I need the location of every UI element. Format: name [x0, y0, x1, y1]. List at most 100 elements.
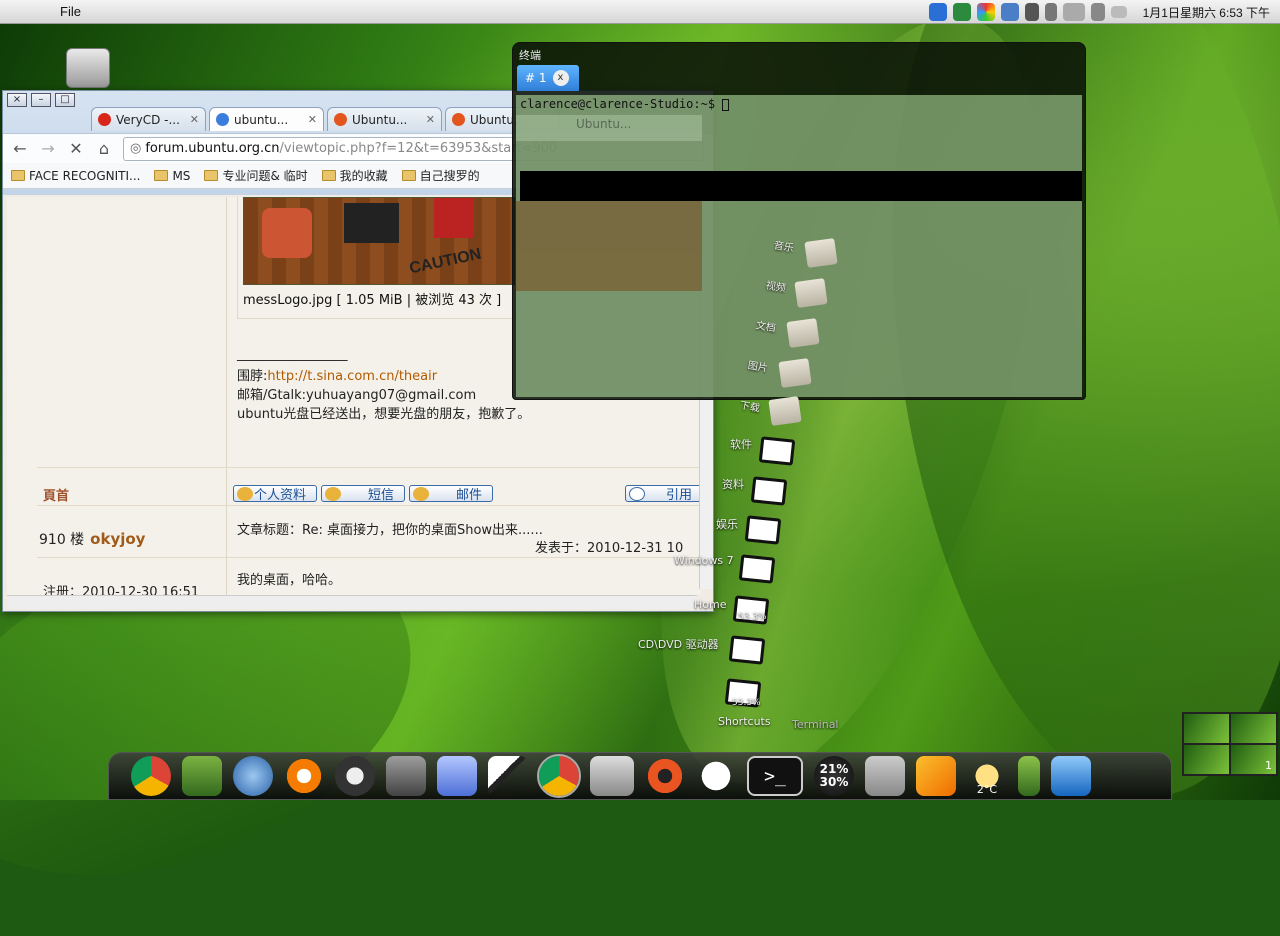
- terminal-black-bar: [520, 171, 1082, 201]
- video-folder-icon[interactable]: [794, 278, 828, 308]
- bookmark-collected[interactable]: 自己搜罗的: [401, 167, 480, 184]
- terminal-tab[interactable]: # 1 x: [517, 65, 579, 91]
- drive-icon[interactable]: [744, 515, 782, 545]
- tab-ubuntu-org[interactable]: ubuntu... ✕: [209, 107, 324, 131]
- dock-label-terminal: Terminal: [792, 718, 839, 731]
- bookmark-my-favorites[interactable]: 我的收藏: [321, 167, 388, 184]
- device-label-entertainment: 娱乐: [716, 518, 738, 531]
- signature-divider: _________________: [237, 347, 348, 362]
- close-tab-icon[interactable]: x: [552, 70, 569, 86]
- blender-icon[interactable]: [284, 756, 324, 796]
- close-tab-icon[interactable]: ✕: [308, 113, 317, 126]
- chrome-icon[interactable]: [131, 756, 171, 796]
- drive-icon[interactable]: [738, 554, 776, 584]
- tab-verycd[interactable]: VeryCD -... ✕: [91, 107, 206, 131]
- mail-icon[interactable]: [1110, 6, 1127, 18]
- network-globe-icon[interactable]: [233, 756, 273, 796]
- folder-icon: [401, 170, 416, 181]
- screenshot-tool-icon[interactable]: [590, 756, 634, 796]
- page-icon: ◎: [130, 141, 142, 156]
- books-icon[interactable]: [182, 756, 222, 796]
- pin-icon[interactable]: [1044, 3, 1057, 21]
- forward-arrow-icon[interactable]: →: [39, 139, 57, 158]
- registration-date: 注册：2010-12-30 16:51: [43, 585, 200, 595]
- drive-icon[interactable]: [758, 436, 796, 466]
- memory-usage: 30%: [819, 775, 849, 789]
- device-label-windows7: Windows 7: [674, 554, 734, 567]
- close-window-button[interactable]: ×: [7, 93, 27, 107]
- files-icon[interactable]: [865, 756, 905, 796]
- maximize-window-button[interactable]: □: [55, 93, 75, 107]
- folder-icon: [154, 170, 169, 181]
- close-tab-icon[interactable]: ✕: [190, 113, 199, 126]
- terminal-icon[interactable]: >_: [747, 756, 803, 796]
- horizontal-scrollbar[interactable]: [7, 595, 697, 609]
- profile-button[interactable]: 个人资料: [233, 485, 317, 503]
- recycle-bin-icon[interactable]: [1051, 756, 1091, 796]
- terminal-title: 终端: [519, 49, 541, 62]
- bookmark-label: 我的收藏: [339, 169, 388, 183]
- workspace-1[interactable]: [1184, 714, 1229, 743]
- paintbrush-icon[interactable]: [488, 756, 528, 796]
- verycd-favicon-icon: [98, 113, 111, 126]
- weibo-label: 围脖:: [237, 369, 268, 384]
- gnome-foot-icon[interactable]: [696, 756, 736, 796]
- bookmark-face-recognition[interactable]: FACE RECOGNITI...: [11, 169, 140, 183]
- drive-icon[interactable]: [750, 476, 788, 506]
- button-label: 邮件: [455, 488, 482, 503]
- minimize-window-button[interactable]: –: [31, 93, 51, 107]
- volume-icon[interactable]: [1090, 3, 1105, 21]
- music-folder-icon[interactable]: [804, 238, 838, 268]
- weibo-link[interactable]: http://t.sina.com.cn/theair: [267, 369, 437, 384]
- hard-drive-icon[interactable]: [66, 48, 110, 88]
- ubuntu-logo-icon[interactable]: [645, 756, 685, 796]
- home-icon[interactable]: ⌂: [95, 139, 113, 158]
- media-player-icon[interactable]: [928, 3, 947, 21]
- attachment-image[interactable]: CAUTION: [243, 197, 515, 285]
- author-name[interactable]: okyjoy: [90, 530, 145, 548]
- cd-drive-icon[interactable]: [728, 635, 766, 665]
- downloads-folder-icon[interactable]: [768, 396, 802, 426]
- ubuntu-favicon-icon: [452, 113, 465, 126]
- top-menubar: File 1月1日星期六 6:53 下午: [0, 0, 1280, 24]
- attachment-caption: messLogo.jpg [ 1.05 MiB | 被浏览 43 次 ]: [243, 293, 502, 308]
- stop-icon[interactable]: ✕: [67, 139, 85, 158]
- workspace-3[interactable]: [1184, 745, 1229, 774]
- ghost-image: [516, 201, 702, 291]
- bookmark-professional[interactable]: 专业问题& 临时: [204, 167, 308, 184]
- file-menu[interactable]: File: [60, 4, 81, 19]
- color-wheel-icon[interactable]: [976, 3, 995, 21]
- quote-icon: [629, 487, 645, 501]
- terminal-body[interactable]: Ubuntu... clarence@clarence-Studio:~$: [516, 95, 1082, 397]
- download-icon[interactable]: [437, 756, 477, 796]
- pen-icon[interactable]: [1024, 3, 1039, 21]
- back-arrow-icon[interactable]: ←: [11, 139, 29, 158]
- weather-icon[interactable]: 2°C: [967, 756, 1007, 796]
- tab-strip: VeryCD -... ✕ ubuntu... ✕ Ubuntu... ✕ Ubunt…: [91, 107, 560, 131]
- ghost-tab-label: Ubuntu...: [576, 117, 632, 131]
- network-icon[interactable]: [1062, 3, 1085, 21]
- documents-folder-icon[interactable]: [786, 318, 820, 348]
- system-monitor-icon[interactable]: 21% 30%: [814, 756, 854, 796]
- back-to-top-link[interactable]: 頁首: [43, 485, 69, 504]
- email-button[interactable]: 邮件: [409, 485, 493, 503]
- system-settings-icon[interactable]: [386, 756, 426, 796]
- bookmark-ms[interactable]: MS: [154, 169, 190, 183]
- chrome-running-icon[interactable]: [537, 754, 581, 798]
- user-icon[interactable]: [952, 3, 971, 21]
- quote-button[interactable]: 引用: [625, 485, 701, 503]
- close-tab-icon[interactable]: ✕: [426, 113, 435, 126]
- tab-ubuntu-1[interactable]: Ubuntu... ✕: [327, 107, 442, 131]
- clock[interactable]: 1月1日星期六 6:53 下午: [1143, 4, 1270, 21]
- battery-icon[interactable]: [1018, 756, 1040, 796]
- screen-icon[interactable]: [1000, 3, 1019, 21]
- workspace-4[interactable]: 1: [1231, 745, 1276, 774]
- image-shape: [344, 203, 399, 243]
- ubuntu-favicon-icon: [334, 113, 347, 126]
- device-label-software: 软件: [730, 438, 752, 451]
- workspace-2[interactable]: [1231, 714, 1276, 743]
- text-editor-icon[interactable]: [916, 756, 956, 796]
- pm-button[interactable]: 短信: [321, 485, 405, 503]
- film-reel-icon[interactable]: [335, 756, 375, 796]
- pictures-folder-icon[interactable]: [778, 358, 812, 388]
